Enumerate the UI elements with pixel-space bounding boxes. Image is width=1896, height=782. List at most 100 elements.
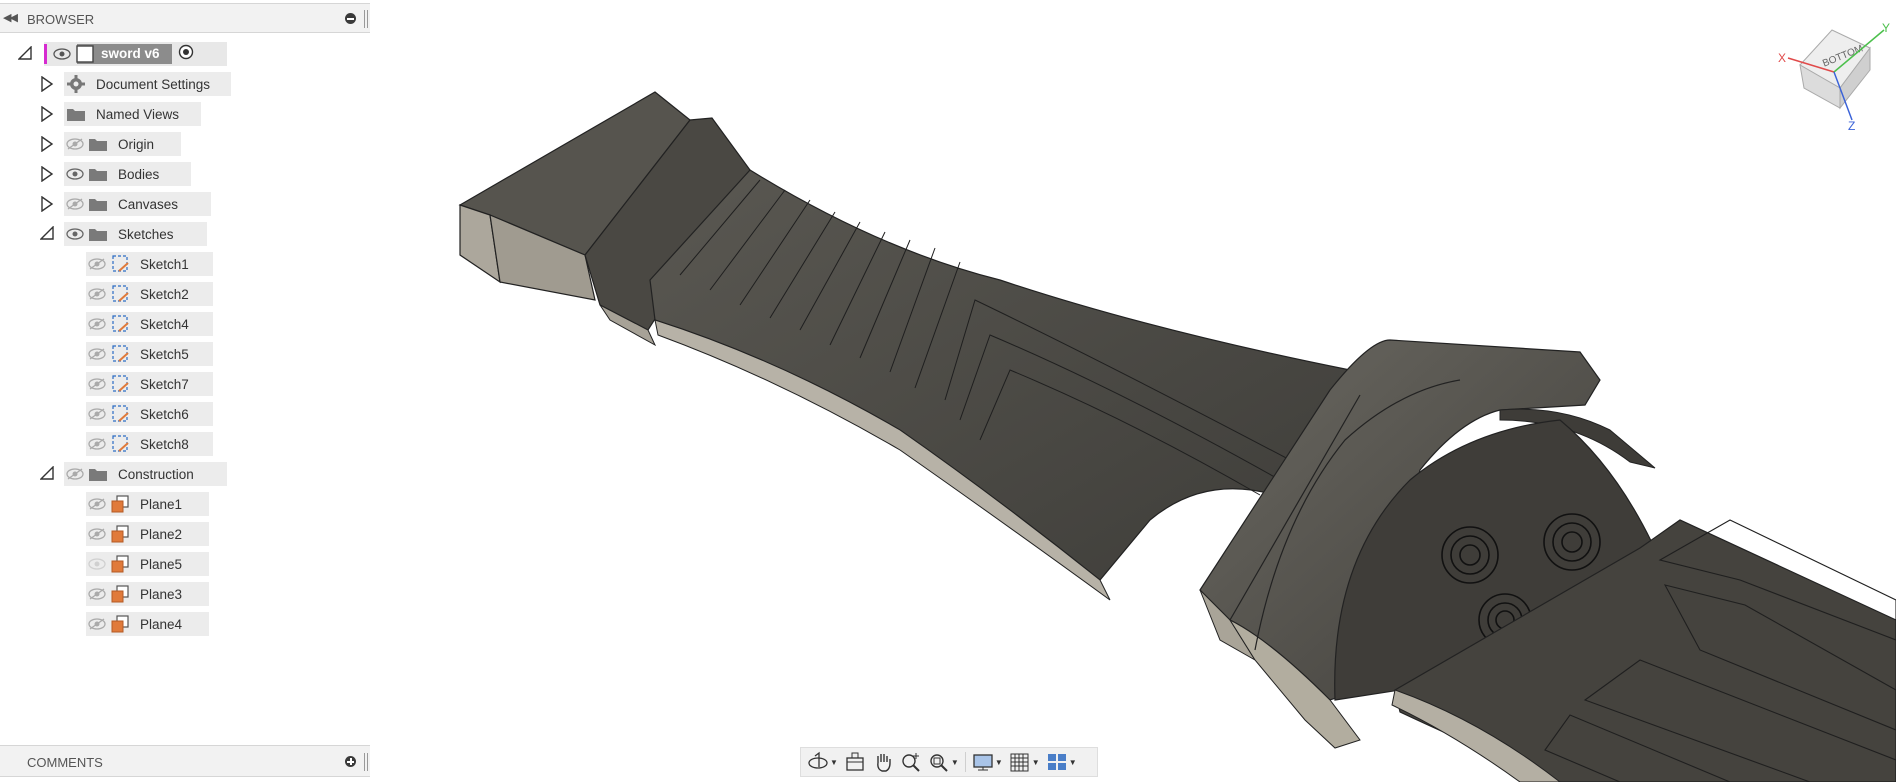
- hidden-eye-icon[interactable]: [86, 582, 108, 606]
- hidden-eye-icon[interactable]: [86, 432, 108, 456]
- visibility-eye-icon[interactable]: [64, 222, 86, 246]
- plane-pill[interactable]: Plane1: [86, 492, 209, 516]
- comments-header[interactable]: COMMENTS: [0, 745, 370, 777]
- tree-item-label: Sketch6: [140, 406, 189, 422]
- collapsed-triangle-icon[interactable]: [40, 76, 54, 92]
- toolbar-separator: [964, 752, 966, 772]
- collapsed-triangle-icon[interactable]: [40, 106, 54, 122]
- orbit-icon: [808, 751, 828, 769]
- component-icon: [73, 42, 97, 66]
- hidden-eye-icon[interactable]: [86, 252, 108, 276]
- zoom-button[interactable]: [900, 750, 922, 774]
- folder-icon: [86, 222, 110, 246]
- canvases-pill[interactable]: Canvases: [64, 192, 211, 216]
- view-cube[interactable]: BOTTOM X Y Z: [1770, 20, 1890, 133]
- named-views-pill[interactable]: Named Views: [64, 102, 201, 126]
- tree-item-label: Canvases: [118, 196, 179, 212]
- hidden-eye-icon[interactable]: [64, 192, 86, 216]
- document-settings-pill[interactable]: Document Settings: [64, 72, 231, 96]
- tree-item-label: Plane4: [140, 616, 183, 632]
- plane-icon: [108, 492, 132, 516]
- display-settings-button[interactable]: ▼: [972, 750, 1003, 774]
- sketch-icon: [108, 372, 132, 396]
- viewports-button[interactable]: ▼: [1046, 750, 1077, 774]
- plane-pill[interactable]: Plane5: [86, 552, 209, 576]
- plane-pill[interactable]: Plane2: [86, 522, 209, 546]
- faded-eye-icon[interactable]: [86, 552, 108, 576]
- tree-item-label: Sketches: [118, 226, 174, 242]
- collapsed-triangle-icon[interactable]: [40, 166, 54, 182]
- plane-icon: [108, 582, 132, 606]
- tree-item-label: Sketch5: [140, 346, 189, 362]
- root-pill[interactable]: sword v6: [44, 42, 227, 66]
- visibility-eye-icon[interactable]: [51, 42, 73, 66]
- axis-x-label: X: [1778, 51, 1786, 65]
- pan-button[interactable]: [872, 750, 894, 774]
- tree-item-label: Document Settings: [96, 76, 211, 92]
- tree-item-label: Plane5: [140, 556, 183, 572]
- hidden-eye-icon[interactable]: [86, 342, 108, 366]
- sketch-pill[interactable]: Sketch6: [86, 402, 213, 426]
- plane-pill[interactable]: Plane4: [86, 612, 209, 636]
- hidden-eye-icon[interactable]: [86, 522, 108, 546]
- hidden-eye-icon[interactable]: [64, 132, 86, 156]
- hidden-eye-icon[interactable]: [86, 282, 108, 306]
- sketch-icon: [108, 312, 132, 336]
- expanded-triangle-icon[interactable]: [18, 46, 32, 62]
- tree-item-label: Sketch1: [140, 256, 189, 272]
- look-at-button[interactable]: [844, 750, 866, 774]
- construction-pill[interactable]: Construction: [64, 462, 227, 486]
- browser-minimize-icon[interactable]: [345, 13, 356, 24]
- look-at-icon: [846, 752, 864, 771]
- hidden-eye-icon[interactable]: [86, 492, 108, 516]
- add-comment-icon[interactable]: [345, 756, 356, 767]
- sketch-pill[interactable]: Sketch5: [86, 342, 213, 366]
- 3d-viewport[interactable]: [0, 0, 1896, 782]
- tree-item-label: Bodies: [118, 166, 160, 182]
- collapsed-triangle-icon[interactable]: [40, 136, 54, 152]
- sketch-pill[interactable]: Sketch2: [86, 282, 213, 306]
- sketch-pill[interactable]: Sketch7: [86, 372, 213, 396]
- folder-icon: [86, 192, 110, 216]
- hidden-eye-icon[interactable]: [86, 612, 108, 636]
- plane-icon: [108, 522, 132, 546]
- panel-resize-grip[interactable]: [364, 10, 368, 28]
- panel-resize-grip[interactable]: [364, 753, 368, 771]
- collapse-panel-icon[interactable]: ◀◀: [3, 11, 18, 24]
- origin-pill[interactable]: Origin: [64, 132, 181, 156]
- expanded-triangle-icon[interactable]: [40, 226, 54, 242]
- tree-item-label: Plane3: [140, 586, 183, 602]
- visibility-eye-icon[interactable]: [64, 162, 86, 186]
- tree-item-label: Plane1: [140, 496, 183, 512]
- folder-icon: [86, 462, 110, 486]
- activate-radio-icon[interactable]: [178, 44, 194, 65]
- orbit-button[interactable]: ▼: [807, 750, 838, 774]
- plane-pill[interactable]: Plane3: [86, 582, 209, 606]
- collapsed-triangle-icon[interactable]: [40, 196, 54, 212]
- hidden-eye-icon[interactable]: [64, 462, 86, 486]
- sketch-pill[interactable]: Sketch8: [86, 432, 213, 456]
- sketch-pill[interactable]: Sketch1: [86, 252, 213, 276]
- gear-icon: [64, 72, 88, 96]
- sketches-pill[interactable]: Sketches: [64, 222, 207, 246]
- folder-icon: [64, 102, 88, 126]
- tree-item-label: Named Views: [96, 106, 180, 122]
- active-component-marker: [44, 44, 47, 64]
- grid-button[interactable]: ▼: [1009, 750, 1040, 774]
- comments-title: COMMENTS: [27, 755, 103, 770]
- tree-item-label: Plane2: [140, 526, 183, 542]
- bodies-pill[interactable]: Bodies: [64, 162, 191, 186]
- hidden-eye-icon[interactable]: [86, 402, 108, 426]
- sketch-icon: [108, 252, 132, 276]
- viewports-icon: [1047, 754, 1066, 770]
- fit-button[interactable]: ▼: [928, 750, 959, 774]
- folder-icon: [86, 132, 110, 156]
- navigation-toolbar: ▼ ▼ ▼ ▼ ▼: [800, 747, 1098, 777]
- grid-icon: [1010, 753, 1029, 772]
- hand-pan-icon: [877, 754, 891, 772]
- expanded-triangle-icon[interactable]: [40, 466, 54, 482]
- sketch-icon: [108, 282, 132, 306]
- hidden-eye-icon[interactable]: [86, 372, 108, 396]
- hidden-eye-icon[interactable]: [86, 312, 108, 336]
- sketch-pill[interactable]: Sketch4: [86, 312, 213, 336]
